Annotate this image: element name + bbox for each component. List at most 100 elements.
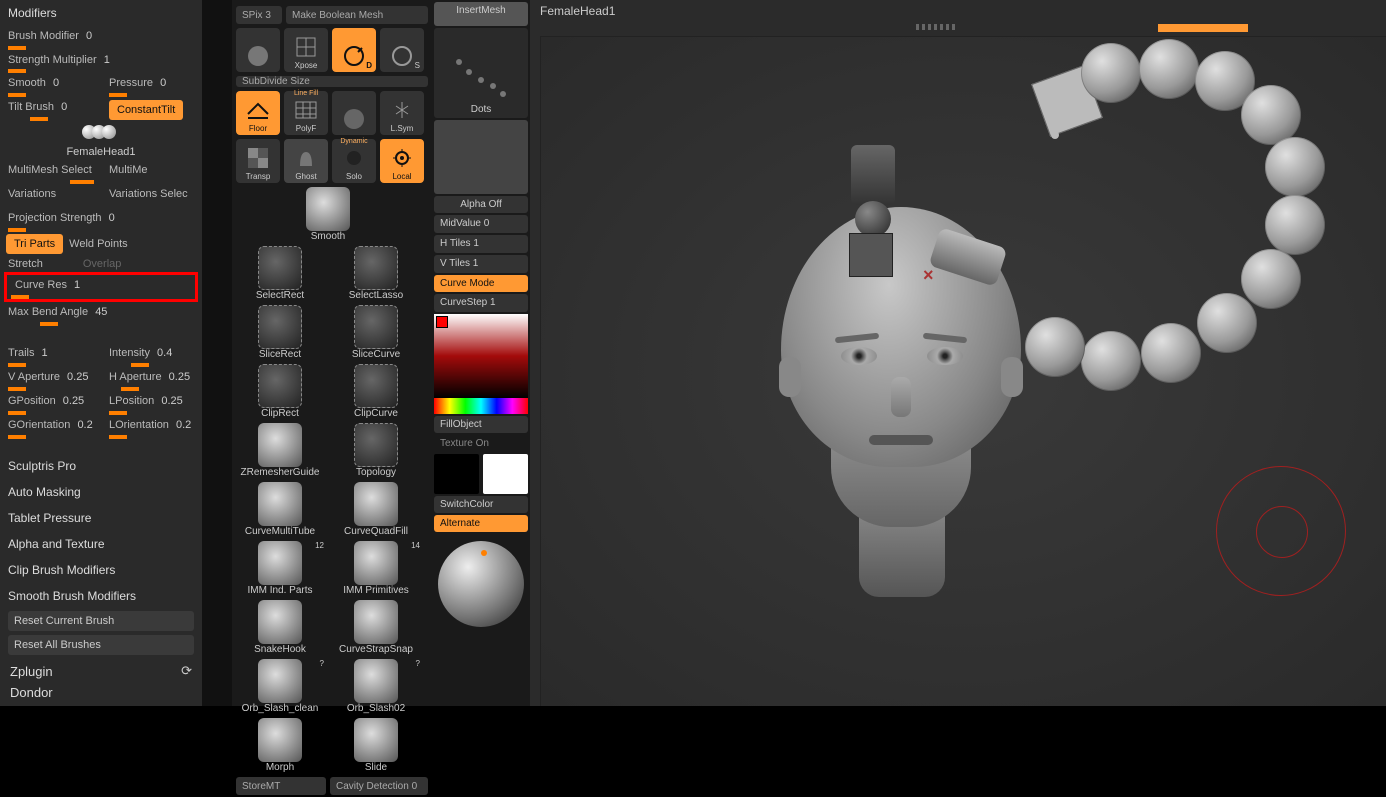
brush-topology[interactable]: Topology xyxy=(328,421,424,480)
gposition-slider[interactable]: GPosition 0.25 xyxy=(0,391,101,415)
tilt-brush-slider[interactable]: Tilt Brush 0 xyxy=(0,97,103,121)
brush-cliprect[interactable]: ClipRect xyxy=(232,362,328,421)
brush-curvemultitube[interactable]: CurveMultiTube xyxy=(232,480,328,539)
curve-mode-button[interactable]: Curve Mode xyxy=(434,275,528,292)
auto-masking-section[interactable]: Auto Masking xyxy=(0,479,202,505)
spix-slider[interactable]: SPix 3 xyxy=(236,6,282,24)
solo-toggle[interactable]: DynamicSolo xyxy=(332,139,376,183)
weld-points-button[interactable]: Weld Points xyxy=(69,234,128,254)
floor-toggle[interactable]: Floor xyxy=(236,91,280,135)
alpha-off-button[interactable]: Alpha Off xyxy=(434,196,528,213)
brush-snakehook[interactable]: SnakeHook xyxy=(232,598,328,657)
lposition-slider[interactable]: LPosition 0.25 xyxy=(101,391,202,415)
tablet-pressure-section[interactable]: Tablet Pressure xyxy=(0,505,202,531)
overlap-button[interactable]: Overlap xyxy=(43,258,122,270)
constant-tilt-button[interactable]: ConstantTilt xyxy=(109,100,183,120)
brush-curvequadfill[interactable]: CurveQuadFill xyxy=(328,480,424,539)
brush-selectrect[interactable]: SelectRect xyxy=(232,244,328,303)
switchcolor-button[interactable]: SwitchColor xyxy=(434,496,528,513)
brush-orb-slash-clean[interactable]: ?Orb_Slash_clean xyxy=(232,657,328,716)
curve-sphere xyxy=(1265,195,1325,255)
brush-zremesherguide[interactable]: ZRemesherGuide xyxy=(232,421,328,480)
xpose-toggle[interactable]: Xpose xyxy=(284,28,328,72)
color-picker[interactable] xyxy=(434,314,528,414)
brush-modifier-slider[interactable]: Brush Modifier 0 xyxy=(0,26,202,50)
brush-orb-slash02[interactable]: ?Orb_Slash02 xyxy=(328,657,424,716)
variations-slider[interactable]: Variations xyxy=(0,184,101,208)
alpha-texture-section[interactable]: Alpha and Texture xyxy=(0,531,202,557)
clip-brush-modifiers-section[interactable]: Clip Brush Modifiers xyxy=(0,557,202,583)
max-bend-angle-slider[interactable]: Max Bend Angle 45 xyxy=(0,302,202,326)
trails-slider[interactable]: Trails 1 xyxy=(0,343,101,367)
sculptris-pro-section[interactable]: Sculptris Pro xyxy=(0,453,202,479)
color-swatches[interactable] xyxy=(434,454,528,494)
alternate-button[interactable]: Alternate xyxy=(434,515,528,532)
brush-imm-primitives[interactable]: 14IMM Primitives xyxy=(328,539,424,598)
reset-current-brush-button[interactable]: Reset Current Brush xyxy=(8,611,194,631)
htiles-slider[interactable]: H Tiles 1 xyxy=(434,235,528,253)
stroke-type-dots[interactable]: Dots xyxy=(434,28,528,118)
timeline-scrollbar[interactable] xyxy=(538,24,1378,32)
reset-all-brushes-button[interactable]: Reset All Brushes xyxy=(8,635,194,655)
material-preview[interactable] xyxy=(434,534,528,634)
brush-curvestrapsnap[interactable]: CurveStrapSnap xyxy=(328,598,424,657)
brush-smooth[interactable]: Smooth xyxy=(232,185,424,244)
pressure-slider[interactable]: Pressure 0 xyxy=(101,73,202,97)
vtiles-slider[interactable]: V Tiles 1 xyxy=(434,255,528,273)
curvestep-slider[interactable]: CurveStep 1 xyxy=(434,294,528,312)
multimesh-select-slider[interactable]: MultiMesh Select xyxy=(0,160,101,184)
smooth-brush-modifiers-section[interactable]: Smooth Brush Modifiers xyxy=(0,583,202,609)
make-boolean-mesh-button[interactable]: Make Boolean Mesh xyxy=(286,6,428,24)
current-color-swatch xyxy=(436,316,448,328)
brush-preview[interactable]: FemaleHead1 xyxy=(0,121,202,160)
local-toggle[interactable]: Local xyxy=(380,139,424,183)
curve-res-slider[interactable]: Curve Res 1 xyxy=(7,275,195,299)
modifiers-header: Modifiers xyxy=(0,0,202,26)
curve-sphere xyxy=(1241,85,1301,145)
fillobject-button[interactable]: FillObject xyxy=(434,416,528,433)
transp-toggle[interactable]: Transp xyxy=(236,139,280,183)
brush-slicecurve[interactable]: SliceCurve xyxy=(328,303,424,362)
lorientation-slider[interactable]: LOrientation 0.2 xyxy=(101,415,202,439)
projection-strength-slider[interactable]: Projection Strength 0 xyxy=(0,208,202,232)
s-mode-toggle[interactable]: S xyxy=(380,28,424,72)
v-aperture-slider[interactable]: V Aperture 0.25 xyxy=(0,367,101,391)
dots-icon xyxy=(451,54,511,104)
insert-mesh-sphere xyxy=(855,201,891,237)
cavity-detection-slider[interactable]: Cavity Detection 0 xyxy=(330,777,428,795)
midvalue-slider[interactable]: MidValue 0 xyxy=(434,215,528,233)
zplugin-section[interactable]: Zplugin xyxy=(10,664,53,679)
brush-selectlasso[interactable]: SelectLasso xyxy=(328,244,424,303)
alpha-thumbnail[interactable] xyxy=(434,120,528,194)
refresh-icon[interactable]: ⟳ xyxy=(181,663,192,679)
draw-mode-toggle[interactable]: D xyxy=(332,28,376,72)
brush-clipcurve[interactable]: ClipCurve xyxy=(328,362,424,421)
smooth-slider[interactable]: Smooth 0 xyxy=(0,73,101,97)
insertmesh-button[interactable]: InsertMesh xyxy=(434,2,528,26)
intensity-slider[interactable]: Intensity 0.4 xyxy=(101,343,202,367)
storemt-button[interactable]: StoreMT xyxy=(236,777,326,795)
sphere-toggle[interactable] xyxy=(236,28,280,72)
vertical-scrollbar[interactable] xyxy=(202,0,232,706)
h-aperture-slider[interactable]: H Aperture 0.25 xyxy=(101,367,202,391)
tri-parts-button[interactable]: Tri Parts xyxy=(6,234,63,254)
stretch-button[interactable]: Stretch xyxy=(8,258,43,270)
curve-sphere xyxy=(1265,137,1325,197)
gorientation-slider[interactable]: GOrientation 0.2 xyxy=(0,415,101,439)
lsym-toggle[interactable]: L.Sym xyxy=(380,91,424,135)
sphere2-toggle[interactable] xyxy=(332,91,376,135)
strength-multiplier-slider[interactable]: Strength Multiplier 1 xyxy=(0,50,202,74)
texture-on-label: Texture On xyxy=(434,435,528,452)
render-section[interactable]: Dondor xyxy=(10,685,53,700)
brush-imm-ind-parts[interactable]: 12IMM Ind. Parts xyxy=(232,539,328,598)
curve-sphere xyxy=(1025,317,1085,377)
curve-res-highlight: Curve Res 1 xyxy=(4,272,198,302)
viewport-3d[interactable]: × xyxy=(540,36,1386,706)
canvas-area: FemaleHead1 × xyxy=(530,0,1386,706)
brush-morph[interactable]: Morph xyxy=(232,716,328,775)
brush-slide[interactable]: Slide xyxy=(328,716,424,775)
polyf-toggle[interactable]: Line FillPolyF xyxy=(284,91,328,135)
curve-sphere xyxy=(1241,249,1301,309)
brush-slicerect[interactable]: SliceRect xyxy=(232,303,328,362)
ghost-toggle[interactable]: Ghost xyxy=(284,139,328,183)
